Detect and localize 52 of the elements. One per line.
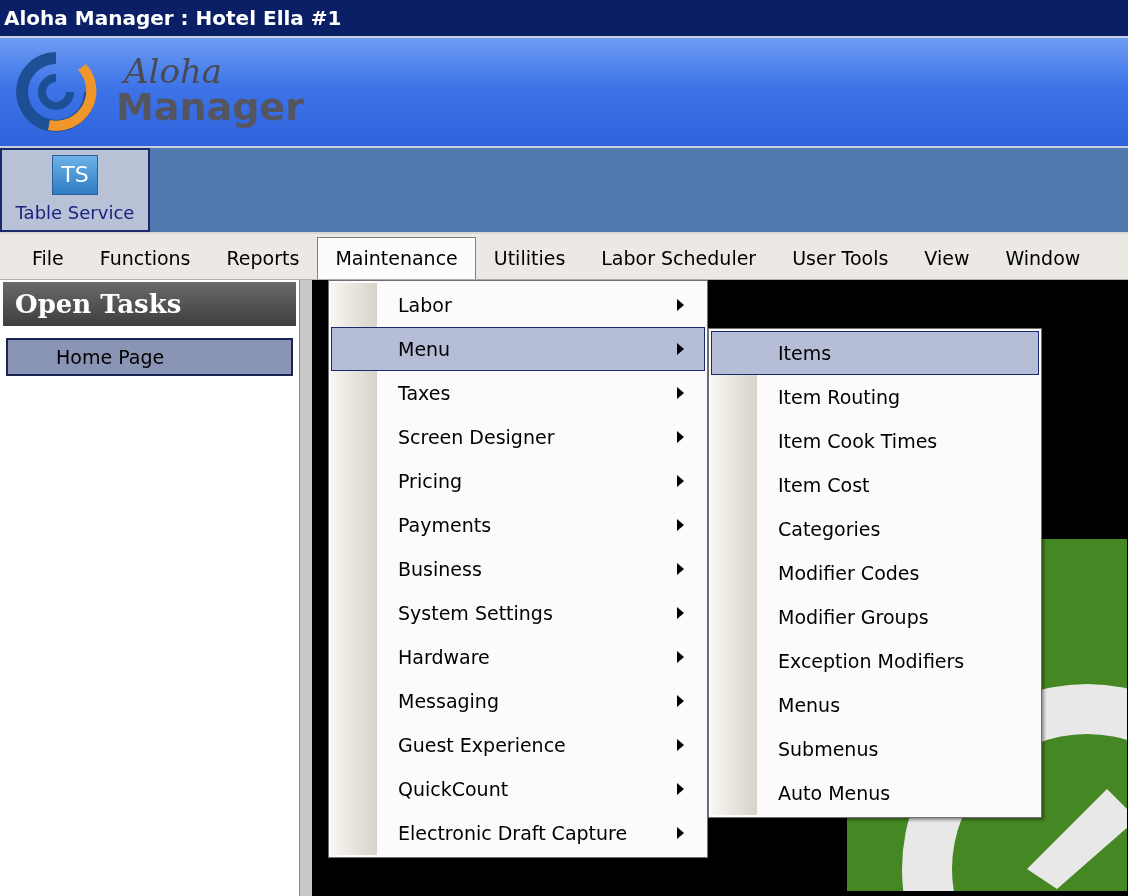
menu-item[interactable]: Categories <box>711 507 1039 551</box>
menu-item[interactable]: Auto Menus <box>711 771 1039 815</box>
menu-bar-item[interactable]: Functions <box>81 237 209 279</box>
menu-bar-item[interactable]: Window <box>987 237 1099 279</box>
logo-wordmark: Manager <box>116 88 304 126</box>
menu-item[interactable]: Menu <box>331 327 705 371</box>
menu-item[interactable]: Modifier Codes <box>711 551 1039 595</box>
menu-item[interactable]: Modifier Groups <box>711 595 1039 639</box>
submenu-arrow-icon <box>676 607 684 619</box>
menu-item[interactable]: Guest Experience <box>331 723 705 767</box>
menu-item[interactable]: Messaging <box>331 679 705 723</box>
menu-item[interactable]: Screen Designer <box>331 415 705 459</box>
menu-bar-item[interactable]: Labor Scheduler <box>583 237 775 279</box>
submenu-arrow-icon <box>676 519 684 531</box>
menu-bar-item[interactable]: File <box>14 237 82 279</box>
submenu-arrow-icon <box>676 651 684 663</box>
menu-item[interactable]: Electronic Draft Capture <box>331 811 705 855</box>
menu-item[interactable]: Items <box>711 331 1039 375</box>
submenu-arrow-icon <box>676 827 684 839</box>
menu-item[interactable]: Item Cost <box>711 463 1039 507</box>
menu-item[interactable]: QuickCount <box>331 767 705 811</box>
menu-item[interactable]: Submenus <box>711 727 1039 771</box>
submenu-arrow-icon <box>676 343 684 355</box>
task-item[interactable]: Home Page <box>6 338 293 376</box>
menu-item[interactable]: Pricing <box>331 459 705 503</box>
submenu-arrow-icon <box>676 563 684 575</box>
menu-item[interactable]: Taxes <box>331 371 705 415</box>
open-tasks-header: Open Tasks <box>3 282 296 326</box>
menu-bar-item[interactable]: Reports <box>208 237 318 279</box>
menu-item[interactable]: Payments <box>331 503 705 547</box>
menu-item[interactable]: System Settings <box>331 591 705 635</box>
submenu-arrow-icon <box>676 299 684 311</box>
submenu-arrow-icon <box>676 387 684 399</box>
menu-item[interactable]: Hardware <box>331 635 705 679</box>
menu-item[interactable]: Item Cook Times <box>711 419 1039 463</box>
window-title: Aloha Manager : Hotel Ella #1 <box>4 5 342 32</box>
submenu-arrow-icon <box>676 695 684 707</box>
menu-bar-item[interactable]: Maintenance <box>317 237 476 279</box>
menu-item[interactable]: Labor <box>331 283 705 327</box>
toolbar-button[interactable]: TS Table Service <box>0 148 150 232</box>
submenu-arrow-icon <box>676 783 684 795</box>
menu-item[interactable]: Exception Modifiers <box>711 639 1039 683</box>
menu-item[interactable]: Item Routing <box>711 375 1039 419</box>
ts-app-icon: TS <box>52 154 98 195</box>
menu-item[interactable]: Business <box>331 547 705 591</box>
menu-item[interactable]: Menus <box>711 683 1039 727</box>
menu-bar-item[interactable]: Utilities <box>475 237 584 279</box>
menu-bar-item[interactable]: View <box>906 237 988 279</box>
menu-bar-item[interactable]: User Tools <box>774 237 907 279</box>
submenu-arrow-icon <box>676 739 684 751</box>
submenu-arrow-icon <box>676 431 684 443</box>
submenu-arrow-icon <box>676 475 684 487</box>
